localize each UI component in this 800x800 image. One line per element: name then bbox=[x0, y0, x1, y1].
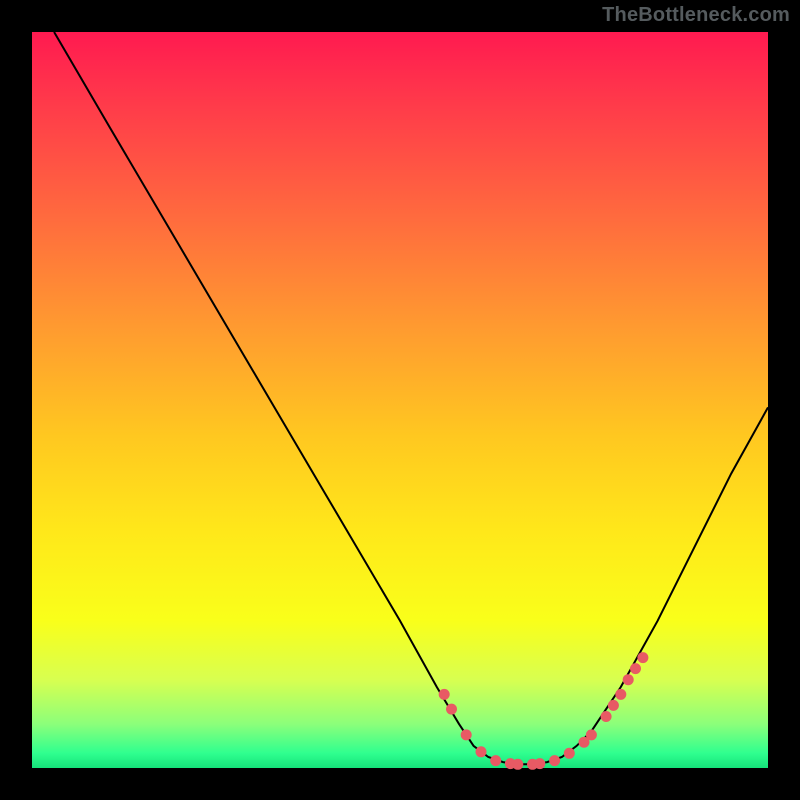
data-point bbox=[534, 758, 545, 769]
data-point bbox=[630, 663, 641, 674]
chart-frame: TheBottleneck.com bbox=[0, 0, 800, 800]
plot-area bbox=[32, 32, 768, 768]
data-point bbox=[439, 689, 450, 700]
data-point bbox=[490, 755, 501, 766]
curve-line bbox=[54, 32, 768, 764]
data-point bbox=[549, 755, 560, 766]
data-point bbox=[623, 674, 634, 685]
data-point bbox=[461, 729, 472, 740]
data-point bbox=[637, 652, 648, 663]
data-point bbox=[446, 704, 457, 715]
watermark-text: TheBottleneck.com bbox=[602, 4, 790, 27]
data-point bbox=[512, 759, 523, 770]
data-point bbox=[615, 689, 626, 700]
curve-dots bbox=[439, 652, 649, 770]
data-point bbox=[476, 746, 487, 757]
data-point bbox=[586, 729, 597, 740]
data-point bbox=[608, 700, 619, 711]
chart-svg bbox=[32, 32, 768, 768]
data-point bbox=[601, 711, 612, 722]
data-point bbox=[564, 748, 575, 759]
